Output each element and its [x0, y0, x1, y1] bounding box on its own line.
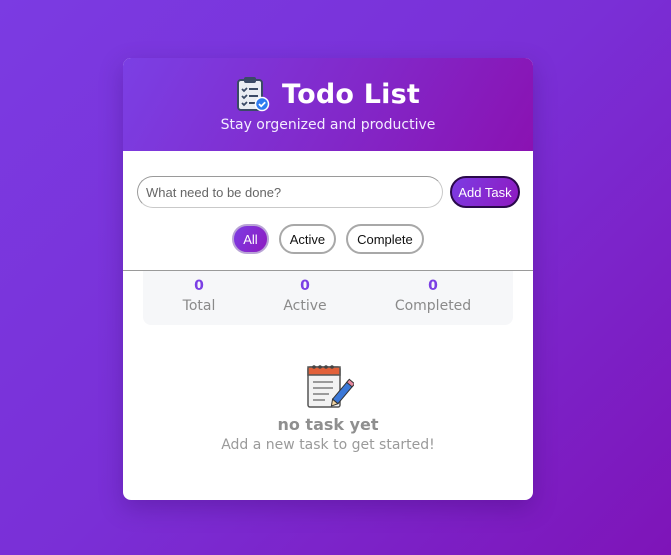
stat-total: 0 Total [183, 277, 216, 317]
empty-state-subtitle: Add a new task to get started! [221, 437, 435, 453]
filter-complete-button[interactable]: Complete [346, 224, 424, 254]
filter-all-button[interactable]: All [232, 224, 269, 254]
filter-active-button[interactable]: Active [278, 224, 337, 254]
stat-completed-value: 0 [428, 278, 438, 294]
stat-active-value: 0 [300, 278, 310, 294]
stat-completed: 0 Completed [395, 277, 471, 317]
empty-state: no task yet Add a new task to get starte… [123, 361, 533, 453]
empty-state-title: no task yet [277, 415, 379, 434]
task-input[interactable] [137, 176, 443, 208]
stat-total-label: Total [182, 298, 216, 314]
stat-active-label: Active [283, 298, 327, 314]
stat-total-value: 0 [194, 278, 204, 294]
stats-panel: 0 Total 0 Active 0 Completed [143, 271, 513, 325]
page-subtitle: Stay orgenized and productive [220, 117, 436, 133]
title-row: Todo List [123, 76, 533, 112]
add-task-row: Add Task [137, 176, 520, 210]
add-task-button[interactable]: Add Task [450, 176, 520, 208]
page-title: Todo List [282, 78, 420, 110]
stat-active: 0 Active [283, 277, 326, 317]
clipboard-check-icon [237, 77, 270, 112]
header: Todo List Stay orgenized and productive [123, 58, 533, 151]
stat-completed-label: Completed [394, 298, 472, 314]
notepad-pencil-icon [307, 365, 354, 408]
todo-card: Todo List Stay orgenized and productive … [123, 58, 533, 500]
filter-group: All Active Complete [123, 224, 533, 254]
